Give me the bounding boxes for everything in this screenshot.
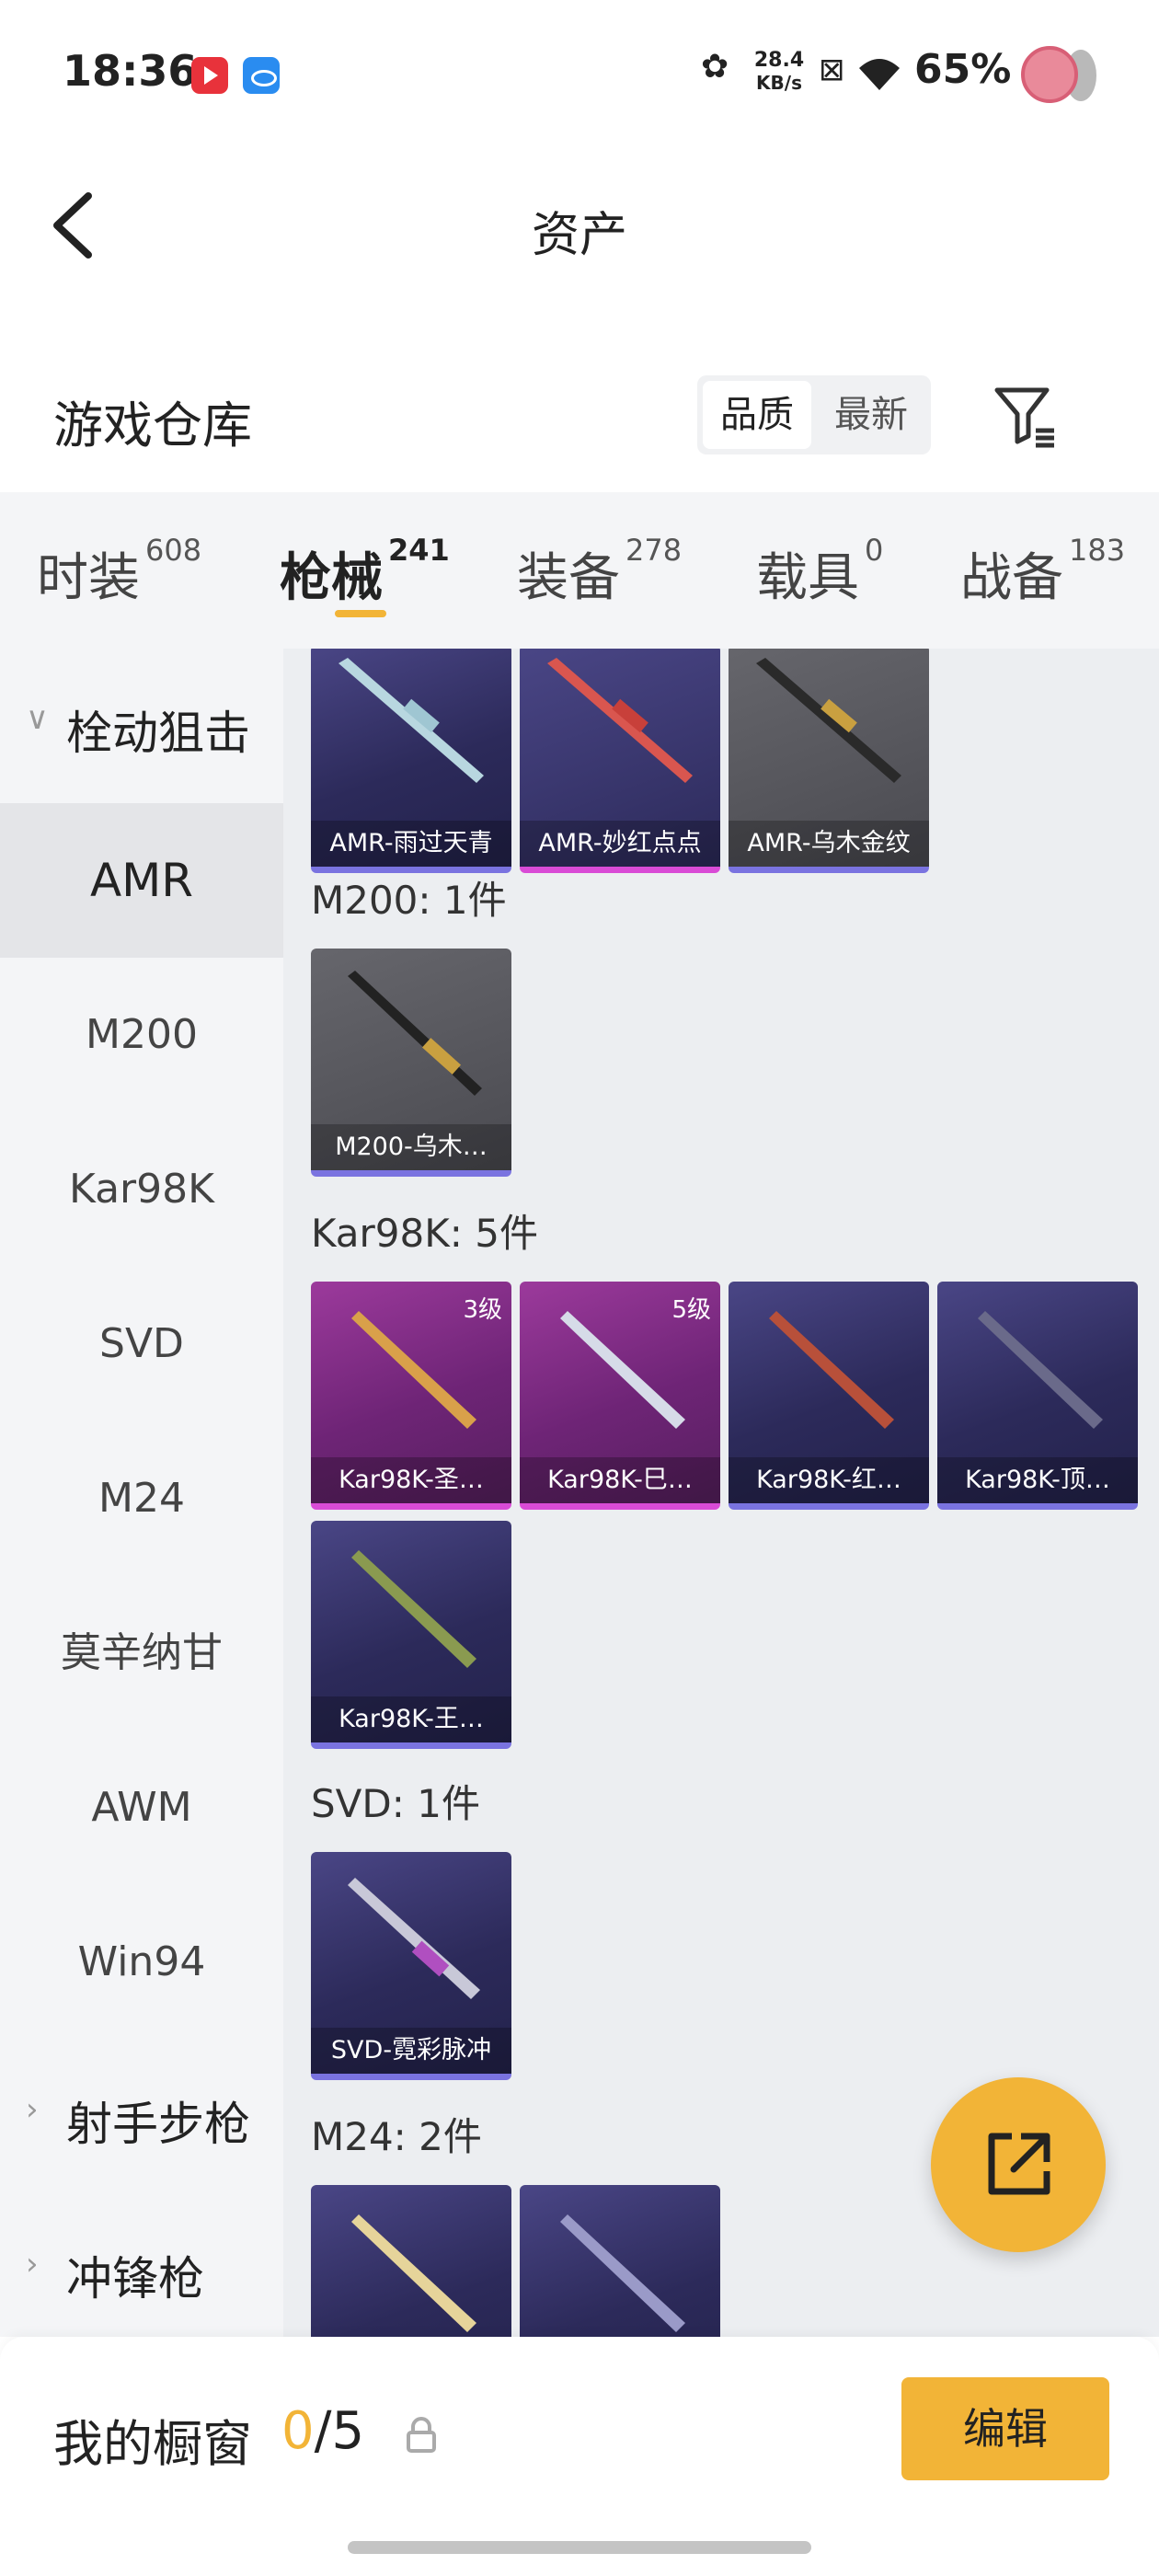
- sidebar-group-bolt-action[interactable]: ∨ 栓动狙击: [0, 649, 283, 803]
- sniper-rifle-icon: [547, 658, 693, 783]
- warehouse-header: 游戏仓库 品质 最新: [0, 359, 1159, 478]
- sidebar-item-amr[interactable]: AMR: [0, 803, 283, 958]
- chevron-right-icon: ›: [26, 2091, 39, 2128]
- warehouse-title: 游戏仓库: [53, 397, 252, 454]
- skin-card[interactable]: AMR-妙红点点: [520, 649, 720, 873]
- skin-card[interactable]: SVD-霓彩脉冲: [311, 1852, 511, 2080]
- sim-off-icon: ⊠: [819, 52, 845, 88]
- skin-card[interactable]: AMR-乌木金纹: [729, 649, 929, 873]
- section-title-kar98k: Kar98K: 5件: [311, 1211, 539, 1256]
- status-time: 18:36: [63, 46, 198, 96]
- rifle-icon: [560, 2214, 685, 2332]
- share-out-icon: [988, 2133, 1050, 2195]
- skin-card[interactable]: 5级 Kar98K-巳…: [520, 1282, 720, 1510]
- skin-card[interactable]: Kar98K-王…: [311, 1521, 511, 1749]
- sort-quality-button[interactable]: 品质: [703, 381, 811, 449]
- filter-button[interactable]: [992, 383, 1058, 449]
- home-indicator[interactable]: [348, 2541, 811, 2554]
- sort-latest-button[interactable]: 最新: [817, 381, 925, 449]
- sidebar-item-awm[interactable]: AWM: [0, 1731, 283, 1885]
- filter-icon: [994, 387, 1054, 448]
- showcase-bar: 我的橱窗 0/5 编辑: [0, 2337, 1159, 2576]
- status-bar: 18:36 ✿ 28.4 KB/s ⊠ 65%: [0, 0, 1159, 152]
- sidebar-item-mosin[interactable]: 莫辛纳甘: [0, 1576, 283, 1731]
- sidebar-item-svd[interactable]: SVD: [0, 1267, 283, 1421]
- sidebar-item-kar98k[interactable]: Kar98K: [0, 1112, 283, 1267]
- skin-card[interactable]: M200-乌木…: [311, 949, 511, 1177]
- skin-card[interactable]: Kar98K-顶…: [937, 1282, 1138, 1510]
- rifle-icon: [351, 2214, 476, 2332]
- skin-card[interactable]: [520, 2185, 720, 2337]
- wifi-icon: [859, 59, 900, 90]
- sidebar-item-win94[interactable]: Win94: [0, 1885, 283, 2040]
- sidebar-item-m24[interactable]: M24: [0, 1421, 283, 1576]
- page-title: 资产: [531, 208, 627, 263]
- category-tabs: 时装 608 枪械 241 装备 278 载具 0 战备 183: [0, 492, 1159, 649]
- pig-avatar-icon: [1021, 46, 1096, 105]
- network-speed: 28.4 KB/s: [753, 49, 805, 95]
- video-app-icon: [191, 57, 228, 94]
- tab-guns[interactable]: 枪械 241: [280, 533, 450, 611]
- tab-supplies[interactable]: 战备 183: [960, 533, 1125, 611]
- share-button[interactable]: [931, 2077, 1106, 2252]
- skin-card[interactable]: [311, 2185, 511, 2337]
- skin-card[interactable]: Kar98K-红…: [729, 1282, 929, 1510]
- flower-icon: ✿: [701, 48, 729, 86]
- lock-icon: [407, 2417, 436, 2453]
- rifle-icon: [348, 1878, 480, 1999]
- sniper-rifle-icon: [348, 971, 482, 1096]
- sort-toggle: 品质 最新: [697, 375, 931, 454]
- tab-fashion[interactable]: 时装 608: [37, 533, 201, 611]
- section-title-m200: M200: 1件: [311, 878, 507, 923]
- rifle-icon: [769, 1311, 894, 1429]
- sidebar-group-smg[interactable]: › 冲锋枪: [0, 2194, 283, 2337]
- section-title-m24: M24: 2件: [311, 2114, 482, 2159]
- chevron-down-icon: ∨: [26, 700, 49, 737]
- sniper-rifle-icon: [756, 658, 901, 783]
- skin-card[interactable]: AMR-雨过天青: [311, 649, 511, 873]
- tab-vehicles[interactable]: 载具 0: [756, 533, 883, 611]
- sidebar-item-m200[interactable]: M200: [0, 958, 283, 1112]
- active-tab-indicator: [335, 610, 386, 617]
- showcase-title: 我的橱窗: [53, 2415, 252, 2473]
- skin-card[interactable]: 3级 Kar98K-圣…: [311, 1282, 511, 1510]
- weapon-sidebar: ∨ 栓动狙击 AMR M200 Kar98K SVD M24 莫辛纳甘 AWM …: [0, 649, 283, 2337]
- sniper-rifle-icon: [339, 658, 484, 783]
- battery-percent: 65%: [914, 46, 1012, 93]
- rifle-icon: [351, 1550, 476, 1668]
- sidebar-group-marksman[interactable]: › 射手步枪: [0, 2040, 283, 2194]
- header: 资产: [0, 152, 1159, 299]
- edit-button[interactable]: 编辑: [901, 2377, 1109, 2480]
- section-title-svd: SVD: 1件: [311, 1781, 480, 1826]
- tab-equipment[interactable]: 装备 278: [517, 533, 682, 611]
- chevron-right-icon: ›: [26, 2246, 39, 2283]
- showcase-count: 0/5: [281, 2401, 365, 2461]
- browser-app-icon: [243, 57, 280, 94]
- rifle-icon: [978, 1311, 1103, 1429]
